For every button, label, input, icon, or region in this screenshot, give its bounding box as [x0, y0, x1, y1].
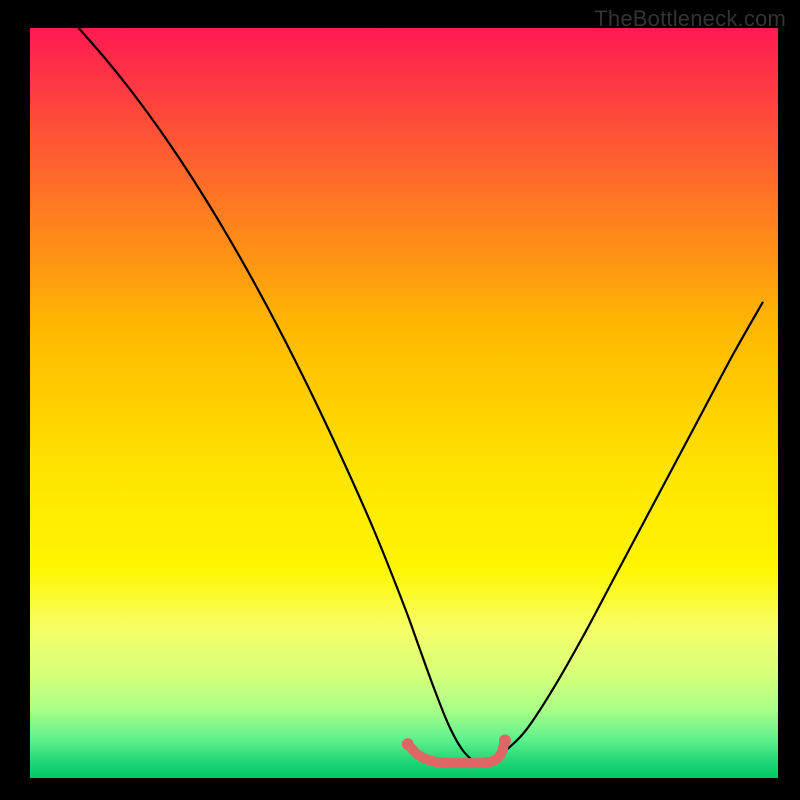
- endpoint-dot: [402, 738, 414, 750]
- bottleneck-chart: [0, 0, 800, 800]
- watermark-text: TheBottleneck.com: [594, 6, 786, 32]
- endpoint-dot: [499, 735, 511, 747]
- chart-gradient-bg: [30, 28, 778, 778]
